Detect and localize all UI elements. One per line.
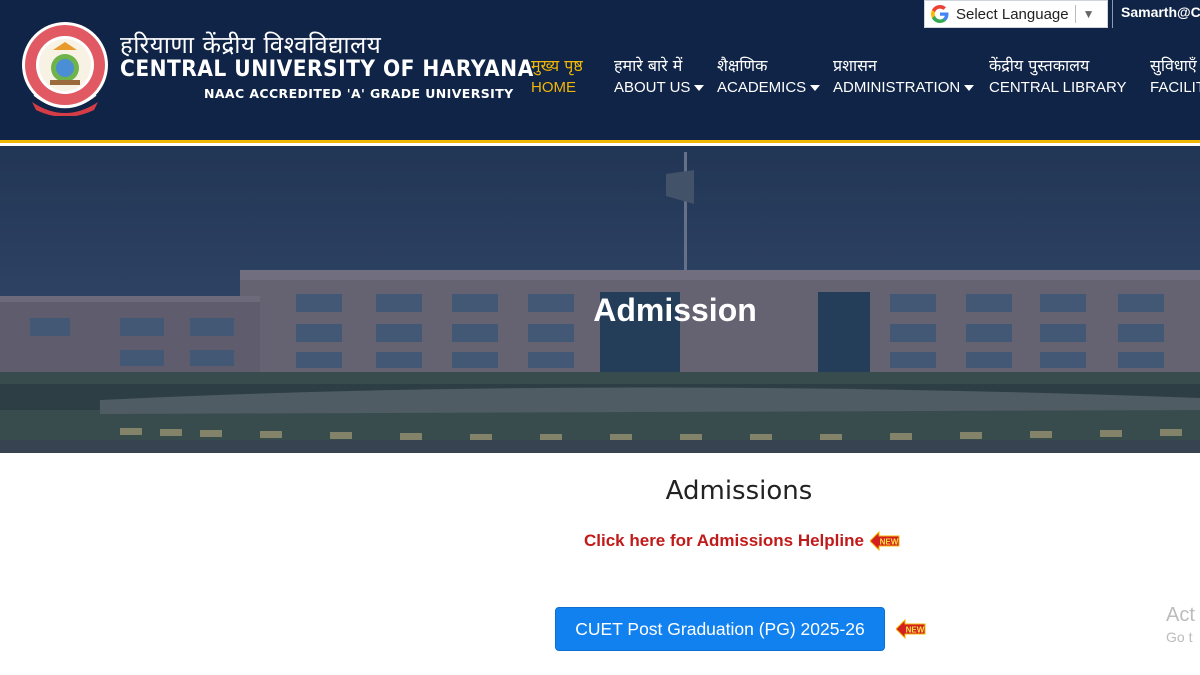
caret-down-icon <box>964 84 975 91</box>
os-activation-watermark: Act Go t <box>1166 604 1195 645</box>
nav-academics[interactable]: शैक्षणिक ACADEMICS <box>717 54 821 96</box>
accreditation-tagline: NAAC ACCREDITED 'A' GRADE UNIVERSITY <box>204 86 514 101</box>
nav-administration[interactable]: प्रशासन ADMINISTRATION <box>833 54 975 96</box>
new-badge-icon: NEW <box>869 531 900 551</box>
watermark-line-1: Act <box>1166 604 1195 626</box>
new-badge-text: NEW <box>880 538 899 547</box>
nav-academics-label: ACADEMICS <box>717 79 807 96</box>
helpline-row: Click here for Admissions Helpline NEW <box>584 531 900 551</box>
brand-name-english: CENTRAL UNIVERSITY OF HARYANA <box>120 57 534 82</box>
nav-home-label: HOME <box>531 79 576 96</box>
hero-title: Admission <box>593 292 757 328</box>
admissions-helpline-link[interactable]: Click here for Admissions Helpline <box>584 531 864 551</box>
nav-central-library[interactable]: केंद्रीय पुस्तकालय CENTRAL LIBRARY <box>989 54 1127 96</box>
nav-about-us-label: ABOUT US <box>614 79 691 96</box>
nav-about-us[interactable]: हमारे बारे में ABOUT US <box>614 54 705 96</box>
nav-facilities[interactable]: सुविधाएँ FACILIT <box>1150 54 1200 96</box>
nav-facilities-label: FACILIT <box>1150 79 1200 96</box>
language-label: Select Language <box>956 5 1069 23</box>
hero-banner: Admission <box>0 146 1200 453</box>
watermark-line-2: Go t <box>1166 629 1193 645</box>
nav-central-library-hindi: केंद्रीय पुस्तकालय <box>989 56 1090 75</box>
caret-down-icon <box>694 84 705 91</box>
nav-administration-label: ADMINISTRATION <box>833 79 961 96</box>
nav-administration-hindi: प्रशासन <box>833 56 877 75</box>
nav-facilities-hindi: सुविधाएँ <box>1150 56 1197 75</box>
nav-about-us-hindi: हमारे बारे में <box>614 56 683 75</box>
cuet-pg-button[interactable]: CUET Post Graduation (PG) 2025-26 <box>555 607 885 651</box>
university-logo[interactable] <box>20 20 110 117</box>
google-icon <box>929 3 951 25</box>
new-badge-text: NEW <box>906 626 925 635</box>
samarth-link[interactable]: Samarth@C <box>1112 0 1200 28</box>
language-divider <box>1074 5 1076 23</box>
nav-home[interactable]: मुख्य पृष्ठ HOME <box>531 54 583 96</box>
new-badge-icon: NEW <box>896 619 926 639</box>
page-title: Admissions <box>665 476 813 506</box>
dropdown-arrow-icon: ▼ <box>1082 7 1095 21</box>
nav-home-hindi: मुख्य पृष्ठ <box>531 56 583 75</box>
site-header: हरियाणा केंद्रीय विश्वविद्यालय CENTRAL U… <box>0 0 1200 143</box>
nav-academics-hindi: शैक्षणिक <box>717 56 768 75</box>
nav-central-library-label: CENTRAL LIBRARY <box>989 79 1127 96</box>
language-selector[interactable]: Select Language ▼ <box>924 0 1108 28</box>
caret-down-icon <box>810 84 821 91</box>
